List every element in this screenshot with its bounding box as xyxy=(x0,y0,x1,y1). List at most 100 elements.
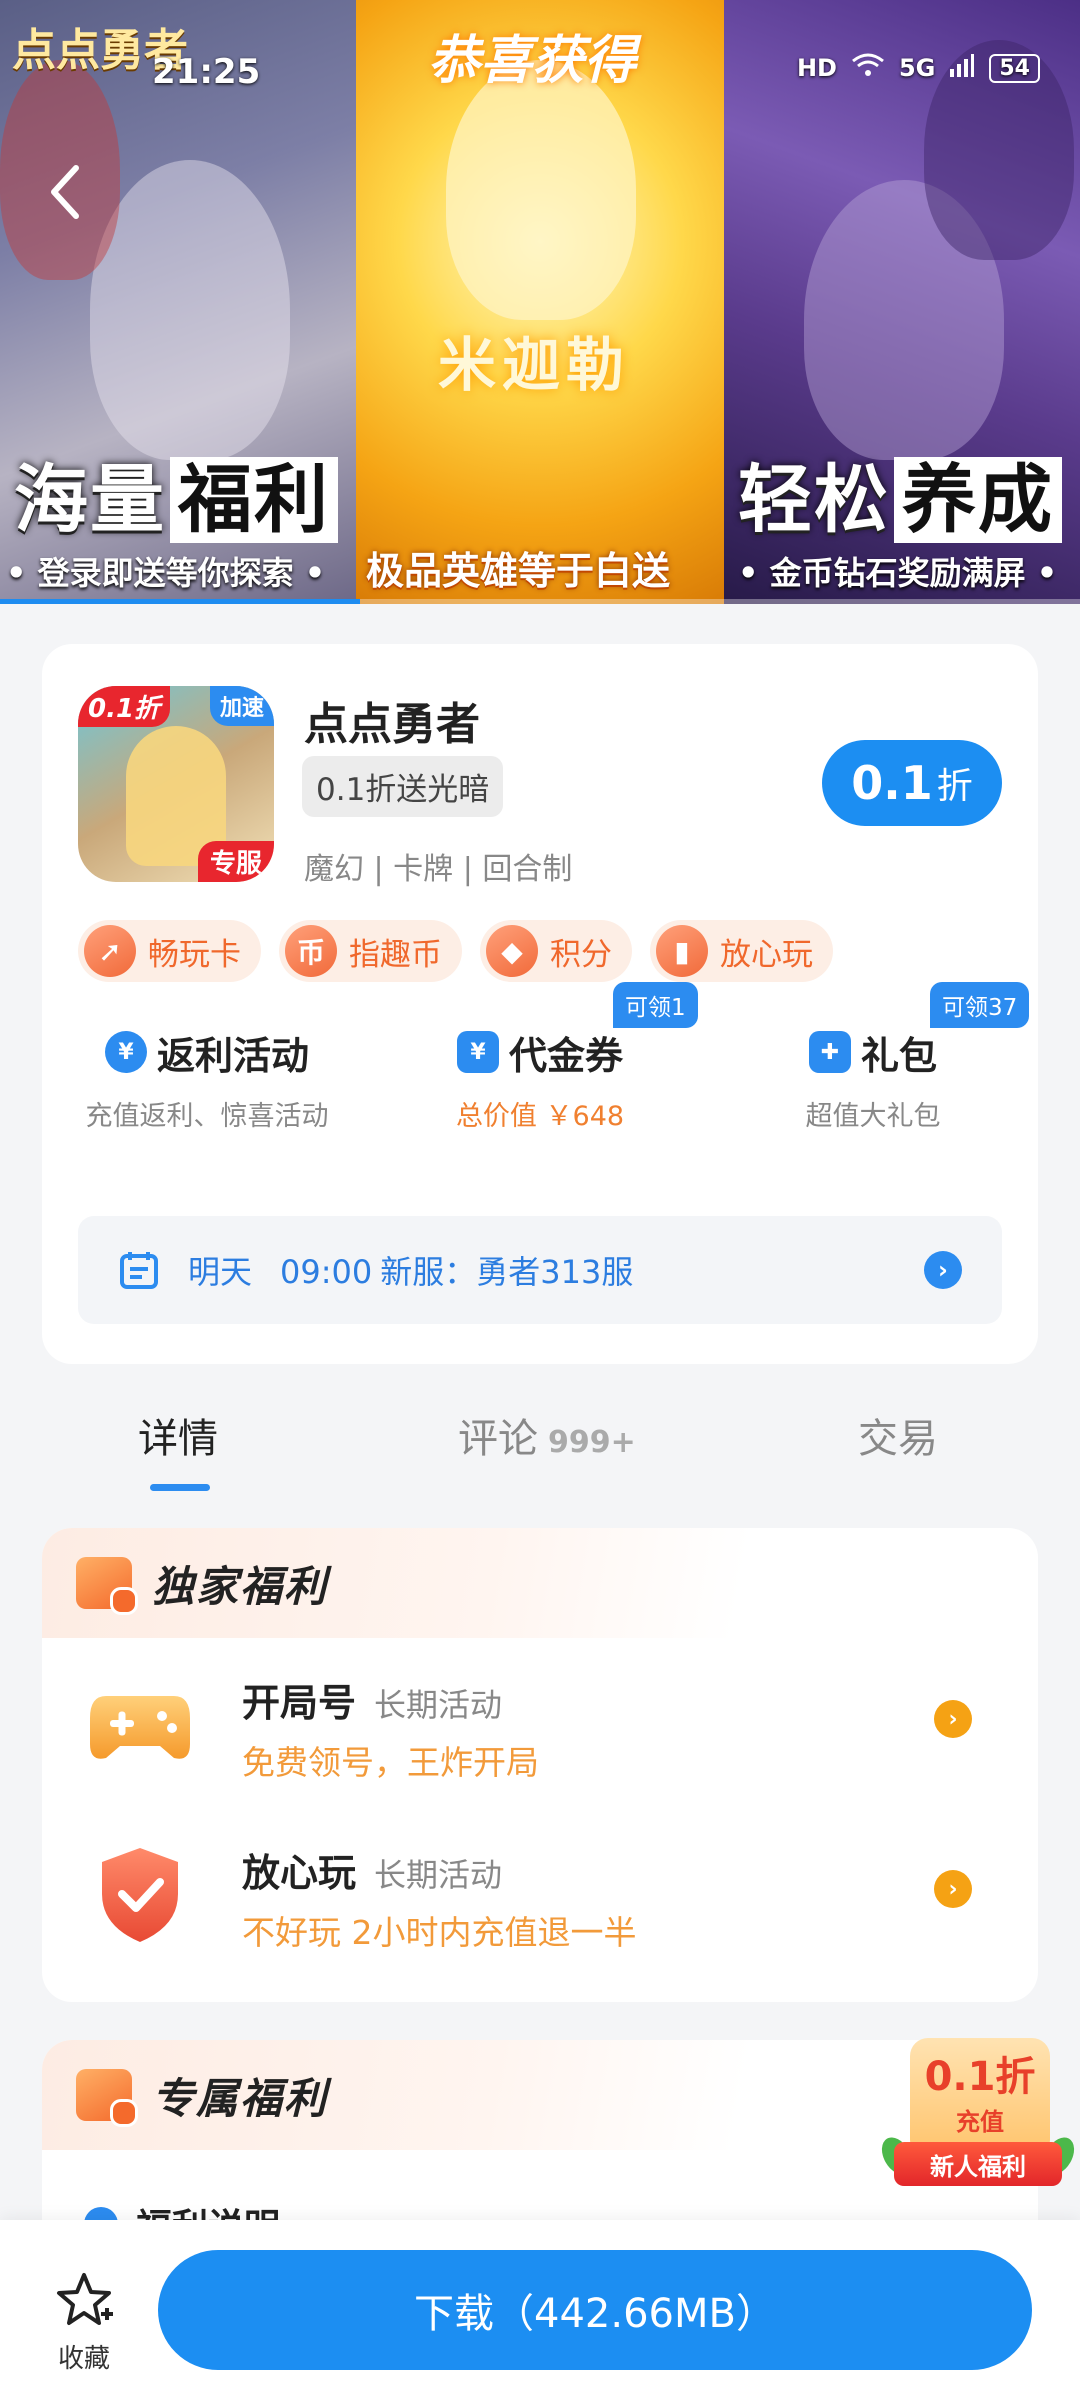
app-icon-speed-tag: 加速 xyxy=(209,686,274,726)
shoe-icon: ➚ xyxy=(84,925,136,977)
comment-count: 999+ xyxy=(548,1425,636,1460)
promo-recharge: 充值 xyxy=(956,2108,1004,2136)
battery-icon: 54 xyxy=(989,53,1040,83)
shield-play-icon: ▮ xyxy=(656,925,708,977)
chevron-right-icon: › xyxy=(924,1251,962,1289)
feature-voucher[interactable]: 可领1 ¥ 代金券 总价值 ￥648 xyxy=(375,982,705,1133)
chip-label: 指趣币 xyxy=(349,936,442,973)
chevron-right-icon: › xyxy=(934,1870,972,1908)
shield-check-icon xyxy=(102,1848,178,1942)
favorite-label: 收藏 xyxy=(57,2344,110,2374)
banner-carousel[interactable]: 海量 福利 • 登录即送等你探索 • 恭喜获得 米迦勒 极品英雄等于白送 轻松 养成… xyxy=(0,0,1080,604)
hd-icon: HD xyxy=(796,54,837,82)
feature-subtitle: 充值返利、惊喜活动 xyxy=(85,1101,329,1132)
tab-trade[interactable]: 交易 xyxy=(858,1406,938,1464)
perk-chips: ➚ 畅玩卡 币 指趣币 ◆ 积分 ▮ 放心玩 xyxy=(78,920,833,982)
feature-rebate[interactable]: ¥ 返利活动 充值返利、惊喜活动 xyxy=(42,1022,372,1133)
app-promo-badge: 0.1折送光暗 xyxy=(302,756,504,817)
app-genre-tags: 魔幻 | 卡牌 | 回合制 xyxy=(304,852,573,887)
feature-title: 礼包 xyxy=(860,1033,937,1078)
newcomer-promo-float[interactable]: 0.1折 充值 新人福利 xyxy=(875,2038,1080,2190)
discount-unit: 折 xyxy=(936,766,973,807)
server-time: 09:00 xyxy=(280,1253,373,1291)
claim-badge: 可领37 xyxy=(930,982,1030,1028)
feature-row: ¥ 返利活动 充值返利、惊喜活动 可领1 ¥ 代金券 总价值 ￥648 可领37… xyxy=(42,982,1038,1152)
tab-comments[interactable]: 评论 999+ xyxy=(458,1406,636,1464)
promo-discount: 0.1折 xyxy=(924,2054,1036,2100)
banner-slide-3-subtitle: • 金币钻石奖励满屏 • xyxy=(738,554,1058,592)
download-button[interactable]: 下载（442.66MB） xyxy=(158,2250,1032,2370)
chevron-left-icon xyxy=(51,165,79,219)
signal-icon xyxy=(949,53,975,83)
calendar-gift-icon xyxy=(76,1557,138,1615)
welfare-item-desc: 免费领号，王炸开局 xyxy=(242,1743,539,1782)
feature-subtitle: 总价值 ￥648 xyxy=(455,1101,625,1132)
feature-subtitle: 超值大礼包 xyxy=(805,1101,941,1132)
new-server-bar[interactable]: 明天 09:00 新服：勇者313服 › xyxy=(78,1216,1002,1324)
chevron-right-icon: › xyxy=(934,1700,972,1738)
exclusive-welfare-card: 独家福利 开局号 长期活动 免费领号，王炸开局 › 放心玩 长期活动 不好玩 2小时… xyxy=(42,1528,1038,2002)
claim-badge: 可领1 xyxy=(613,982,698,1028)
app-name: 点点勇者 xyxy=(304,699,480,750)
promo-ribbon: 新人福利 xyxy=(894,2142,1062,2186)
feature-title: 代金券 xyxy=(508,1033,623,1078)
active-tab-indicator xyxy=(150,1484,210,1491)
section-header: 专属福利 xyxy=(42,2040,1038,2150)
section-header: 独家福利 xyxy=(42,1528,1038,1638)
banner-slide-2-hero-name: 米迦勒 xyxy=(438,331,631,399)
banner-slide-3[interactable]: 轻松 养成 • 金币钻石奖励满屏 • xyxy=(724,0,1080,604)
section-title: 专属福利 xyxy=(152,2073,329,2123)
wifi-icon xyxy=(851,52,885,84)
server-text: 新服：勇者313服 xyxy=(380,1253,634,1291)
chip-coin[interactable]: 币 指趣币 xyxy=(279,920,462,982)
welfare-item-title: 开局号 xyxy=(242,1681,357,1725)
section-title: 独家福利 xyxy=(152,1561,329,1611)
banner-slide-3-title-plain: 轻松 xyxy=(738,457,890,543)
app-info-card: 0.1折 加速 专服 点点勇者 0.1折送光暗 魔幻 | 卡牌 | 回合制 0.… xyxy=(42,644,1038,1364)
banner-progress-fill xyxy=(0,599,360,604)
banner-slide-3-title-boxed: 养成 xyxy=(894,457,1062,543)
app-icon: 0.1折 加速 专服 xyxy=(78,686,274,882)
tab-label: 详情 xyxy=(138,1416,218,1462)
favorite-button[interactable]: 收藏 xyxy=(40,2270,128,2375)
welfare-item-starter-account[interactable]: 开局号 长期活动 免费领号，王炸开局 › xyxy=(42,1648,1038,1798)
banner-slide-2-title: 恭喜获得 xyxy=(428,31,637,91)
voucher-icon: ¥ xyxy=(456,1031,499,1073)
gift-box-icon xyxy=(76,2069,138,2127)
tab-label: 交易 xyxy=(858,1416,938,1462)
welfare-item-title: 放心玩 xyxy=(242,1851,357,1895)
banner-progress xyxy=(0,599,1080,604)
star-plus-icon xyxy=(57,2273,113,2325)
chip-label: 放心玩 xyxy=(720,936,813,973)
app-icon-discount-tag: 0.1折 xyxy=(78,686,171,727)
gamepad-icon xyxy=(90,1696,190,1759)
promo-box: 0.1折 充值 xyxy=(910,2038,1050,2158)
tab-details[interactable]: 详情 xyxy=(138,1406,218,1464)
app-icon-server-tag: 专服 xyxy=(197,841,274,882)
chip-points[interactable]: ◆ 积分 xyxy=(480,920,632,982)
back-button[interactable] xyxy=(44,160,88,224)
banner-slide-1-subtitle: • 登录即送等你探索 • xyxy=(6,554,326,592)
feature-gift[interactable]: 可领37 ✚ 礼包 超值大礼包 xyxy=(708,982,1038,1133)
diamond-icon: ◆ xyxy=(486,925,538,977)
status-icons: HD 5G 54 xyxy=(797,52,1040,84)
status-time: 21:25 xyxy=(152,52,261,92)
network-type: 5G xyxy=(898,54,936,82)
welfare-item-worry-free[interactable]: 放心玩 长期活动 不好玩 2小时内充值退一半 › xyxy=(42,1818,1038,1968)
chip-label: 积分 xyxy=(550,936,612,973)
discount-button[interactable]: 0.1 折 xyxy=(822,740,1002,826)
banner-slide-1-title-plain: 海量 xyxy=(14,457,166,543)
chip-worry-free[interactable]: ▮ 放心玩 xyxy=(650,920,833,982)
welfare-item-desc: 不好玩 2小时内充值退一半 xyxy=(242,1913,637,1952)
discount-value: 0.1 xyxy=(851,756,933,810)
calendar-icon xyxy=(120,1252,158,1289)
banner-slide-2-subtitle: 极品英雄等于白送 xyxy=(366,549,671,593)
chip-label: 畅玩卡 xyxy=(148,936,241,973)
chip-play-card[interactable]: ➚ 畅玩卡 xyxy=(78,920,261,982)
server-day: 明天 xyxy=(188,1253,253,1291)
gift-icon: ✚ xyxy=(808,1031,851,1073)
rebate-icon: ¥ xyxy=(104,1031,147,1073)
welfare-item-tag: 长期活动 xyxy=(374,1856,503,1894)
feature-title: 返利活动 xyxy=(156,1033,309,1078)
banner-slide-2[interactable]: 恭喜获得 米迦勒 极品英雄等于白送 xyxy=(356,0,724,604)
